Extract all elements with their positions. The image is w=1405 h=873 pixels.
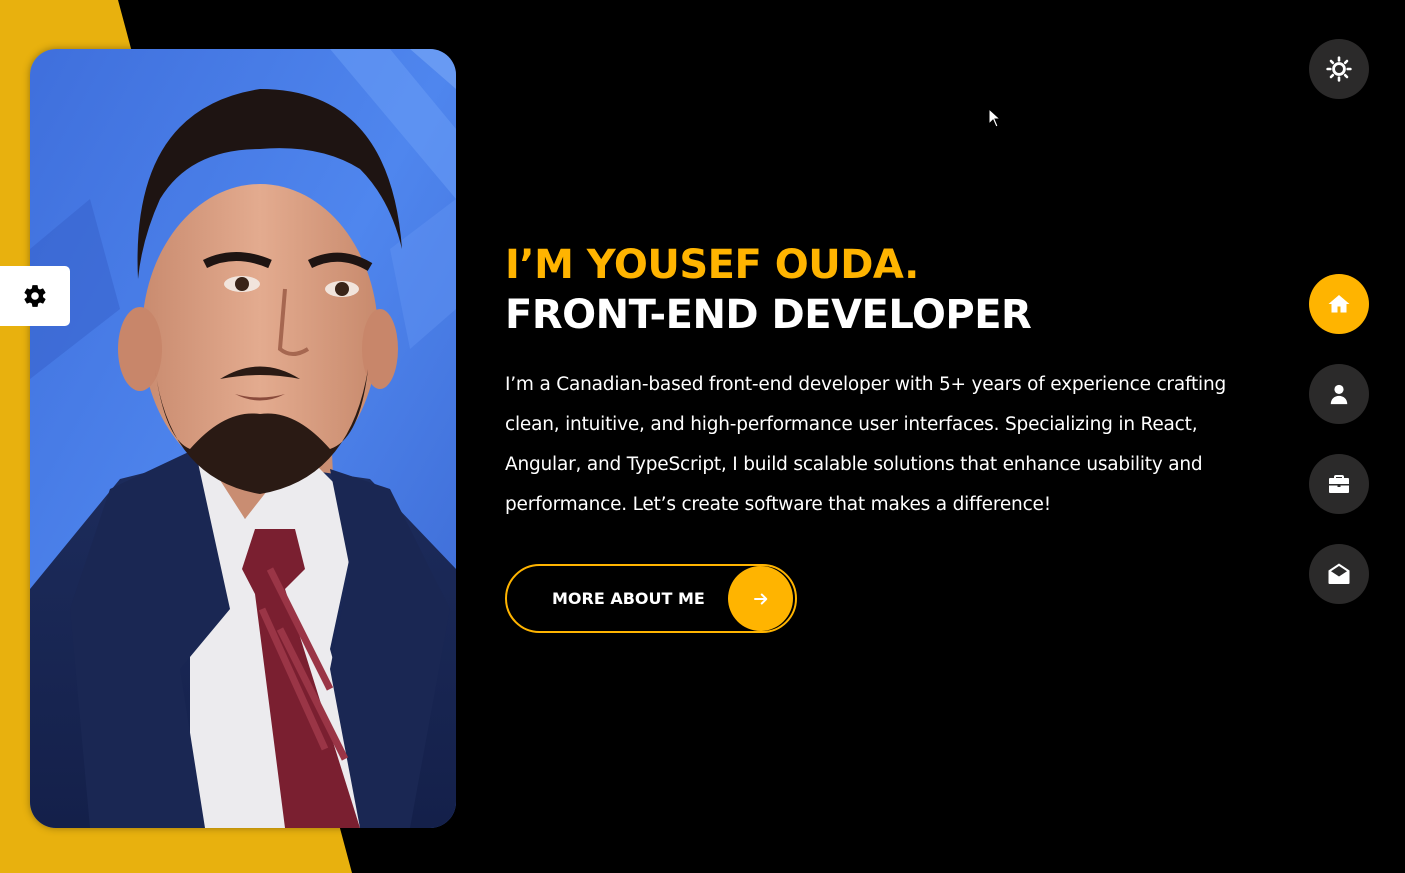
hero-section: I’M YOUSEF OUDA. FRONT-END DEVELOPER I’m… <box>505 240 1275 525</box>
more-about-me-button[interactable]: MORE ABOUT ME <box>505 564 797 633</box>
hero-description: I’m a Canadian-based front-end developer… <box>505 374 1227 515</box>
envelope-open-icon <box>1328 563 1350 584</box>
profile-photo <box>30 49 456 828</box>
more-about-me-label: MORE ABOUT ME <box>552 589 705 608</box>
theme-toggle-button[interactable] <box>1309 39 1369 99</box>
nav-contact-button[interactable] <box>1309 544 1369 604</box>
home-icon <box>1328 295 1350 313</box>
cta-arrow-circle <box>728 566 793 631</box>
hero-role: FRONT-END DEVELOPER <box>505 292 1032 338</box>
sun-icon <box>1326 56 1352 82</box>
page: I’M YOUSEF OUDA. FRONT-END DEVELOPER I’m… <box>0 0 1405 873</box>
nav-home-button[interactable] <box>1309 274 1369 334</box>
nav-portfolio-button[interactable] <box>1309 454 1369 514</box>
nav-about-button[interactable] <box>1309 364 1369 424</box>
arrow-right-icon <box>753 593 767 604</box>
briefcase-icon <box>1329 475 1349 493</box>
user-icon <box>1330 384 1348 405</box>
hero-title: I’M YOUSEF OUDA. FRONT-END DEVELOPER <box>505 240 1275 340</box>
side-navigation <box>1309 274 1369 634</box>
hero-name: I’M YOUSEF OUDA. <box>505 242 919 288</box>
gear-icon <box>24 285 46 307</box>
settings-button[interactable] <box>0 266 70 326</box>
mouse-cursor-icon <box>988 108 1002 128</box>
